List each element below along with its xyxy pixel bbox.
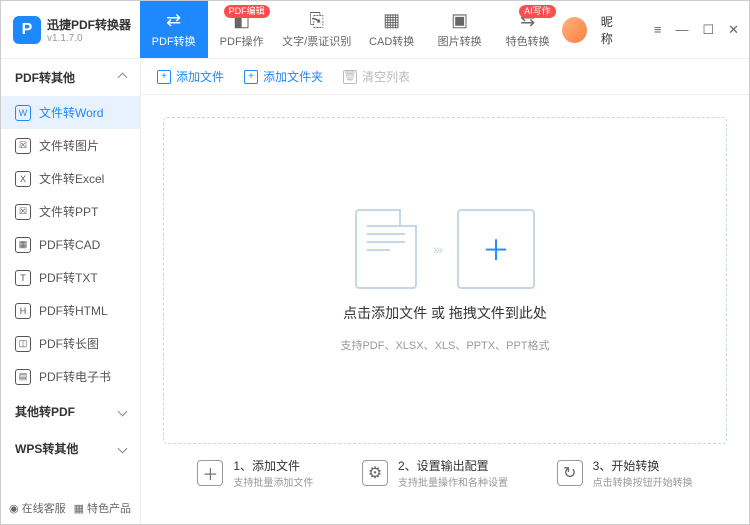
sidebar-item-to-txt[interactable]: TPDF转TXT: [1, 261, 140, 294]
user-area: 昵称 ≡ — ☐ ✕: [562, 13, 739, 47]
step-settings-icon: ⚙: [362, 460, 388, 486]
add-folder-button[interactable]: + 添加文件夹: [244, 68, 323, 85]
dropzone-graphic: ››› ＋: [355, 209, 535, 289]
sidebar-item-to-cad[interactable]: ▦PDF转CAD: [1, 228, 140, 261]
sidebar-item-to-image[interactable]: ☒文件转图片: [1, 129, 140, 162]
sidebar-item-to-html[interactable]: HPDF转HTML: [1, 294, 140, 327]
grid-icon: ▦: [74, 502, 84, 515]
add-file-icon: +: [157, 70, 171, 84]
excel-icon: X: [15, 171, 31, 187]
clear-list-button[interactable]: 🗑 清空列表: [343, 68, 410, 85]
plus-box-icon: ＋: [457, 209, 535, 289]
minimize-icon[interactable]: —: [675, 22, 688, 38]
nav-image[interactable]: ▣ 图片转换: [426, 1, 494, 58]
headset-icon: ◉: [9, 502, 19, 515]
toolbar: + 添加文件 + 添加文件夹 🗑 清空列表: [141, 59, 749, 95]
menu-icon[interactable]: ≡: [654, 22, 662, 38]
step-convert-icon: ↻: [557, 460, 583, 486]
content-area: ››› ＋ 点击添加文件 或 拖拽文件到此处 支持PDF、XLSX、XLS、PP…: [141, 95, 749, 524]
nickname[interactable]: 昵称: [601, 13, 624, 47]
online-service-link[interactable]: ◉在线客服: [9, 500, 66, 516]
image-file-icon: ☒: [15, 138, 31, 154]
sidebar-footer: ◉在线客服 ▦特色产品: [1, 492, 140, 524]
chevron-up-icon: [118, 73, 128, 83]
sidebar-group-wps-to-other[interactable]: WPS转其他: [1, 430, 140, 467]
nav-ocr[interactable]: ⎘ 文字/票证识别: [276, 1, 358, 58]
sidebar: PDF转其他 W文件转Word ☒文件转图片 X文件转Excel ☒文件转PPT…: [1, 59, 141, 524]
cad-icon: ▦: [382, 10, 402, 30]
sidebar-group-pdf-to-other[interactable]: PDF转其他: [1, 59, 140, 96]
dropzone[interactable]: ››› ＋ 点击添加文件 或 拖拽文件到此处 支持PDF、XLSX、XLS、PP…: [163, 117, 727, 444]
ppt-icon: ☒: [15, 204, 31, 220]
steps-bar: ＋ 1、添加文件 支持批量添加文件 ⚙ 2、设置输出配置 支持批量操作和各种设置…: [163, 444, 727, 502]
step-3: ↻ 3、开始转换 点击转换按钮开始转换: [557, 457, 693, 489]
html-icon: H: [15, 303, 31, 319]
app-name: 迅捷PDF转换器: [47, 16, 131, 33]
chevron-down-icon: [118, 407, 128, 417]
image-icon: ▣: [450, 10, 470, 30]
nav-label: CAD转换: [369, 33, 414, 49]
nav-label: 图片转换: [438, 33, 482, 49]
sidebar-group-other-to-pdf[interactable]: 其他转PDF: [1, 393, 140, 430]
main-panel: + 添加文件 + 添加文件夹 🗑 清空列表 ››› ＋: [141, 59, 749, 524]
avatar[interactable]: [562, 17, 587, 43]
nav-cad[interactable]: ▦ CAD转换: [358, 1, 426, 58]
sidebar-item-to-word[interactable]: W文件转Word: [1, 96, 140, 129]
add-file-button[interactable]: + 添加文件: [157, 68, 224, 85]
add-folder-icon: +: [244, 70, 258, 84]
step-2: ⚙ 2、设置输出配置 支持批量操作和各种设置: [362, 457, 508, 489]
ebook-icon: ▤: [15, 369, 31, 385]
maximize-icon[interactable]: ☐: [702, 22, 714, 38]
word-icon: W: [15, 105, 31, 121]
nav-label: 文字/票证识别: [282, 33, 351, 49]
window-controls: ≡ — ☐ ✕: [654, 22, 739, 38]
nav-label: PDF操作: [220, 33, 264, 49]
arrow-right-icon: ›››: [433, 241, 441, 257]
main-nav: ⇄ PDF转换 PDF编辑 ◧ PDF操作 ⎘ 文字/票证识别 ▦ CAD转换 …: [140, 1, 562, 58]
sidebar-item-to-excel[interactable]: X文件转Excel: [1, 162, 140, 195]
featured-products-link[interactable]: ▦特色产品: [74, 500, 131, 516]
logo-area: P 迅捷PDF转换器 v1.1.7.0: [13, 16, 140, 44]
sidebar-item-to-ppt[interactable]: ☒文件转PPT: [1, 195, 140, 228]
dropzone-title: 点击添加文件 或 拖拽文件到此处: [343, 303, 547, 323]
sidebar-item-to-ebook[interactable]: ▤PDF转电子书: [1, 360, 140, 393]
badge-ai-write: AI写作: [519, 5, 556, 18]
app-version: v1.1.7.0: [47, 33, 131, 44]
cad-file-icon: ▦: [15, 237, 31, 253]
nav-label: PDF转换: [152, 33, 196, 49]
nav-pdf-convert[interactable]: ⇄ PDF转换: [140, 1, 208, 58]
dropzone-subtitle: 支持PDF、XLSX、XLS、PPTX、PPT格式: [340, 337, 549, 353]
close-icon[interactable]: ✕: [728, 22, 739, 38]
trash-icon: 🗑: [343, 70, 357, 84]
badge-pdf-edit: PDF编辑: [224, 5, 270, 18]
sidebar-item-to-longimage[interactable]: ◫PDF转长图: [1, 327, 140, 360]
nav-label: 特色转换: [506, 33, 550, 49]
nav-pdf-operate[interactable]: PDF编辑 ◧ PDF操作: [208, 1, 276, 58]
step-add-icon: ＋: [197, 460, 223, 486]
app-logo-icon: P: [13, 16, 41, 44]
longimage-icon: ◫: [15, 336, 31, 352]
txt-icon: T: [15, 270, 31, 286]
chevron-down-icon: [118, 444, 128, 454]
nav-special[interactable]: AI写作 ⇆ 特色转换: [494, 1, 562, 58]
ocr-icon: ⎘: [307, 10, 327, 30]
document-icon: [355, 209, 417, 289]
app-header: P 迅捷PDF转换器 v1.1.7.0 ⇄ PDF转换 PDF编辑 ◧ PDF操…: [1, 1, 749, 59]
swap-icon: ⇄: [164, 10, 184, 30]
step-1: ＋ 1、添加文件 支持批量添加文件: [197, 457, 313, 489]
